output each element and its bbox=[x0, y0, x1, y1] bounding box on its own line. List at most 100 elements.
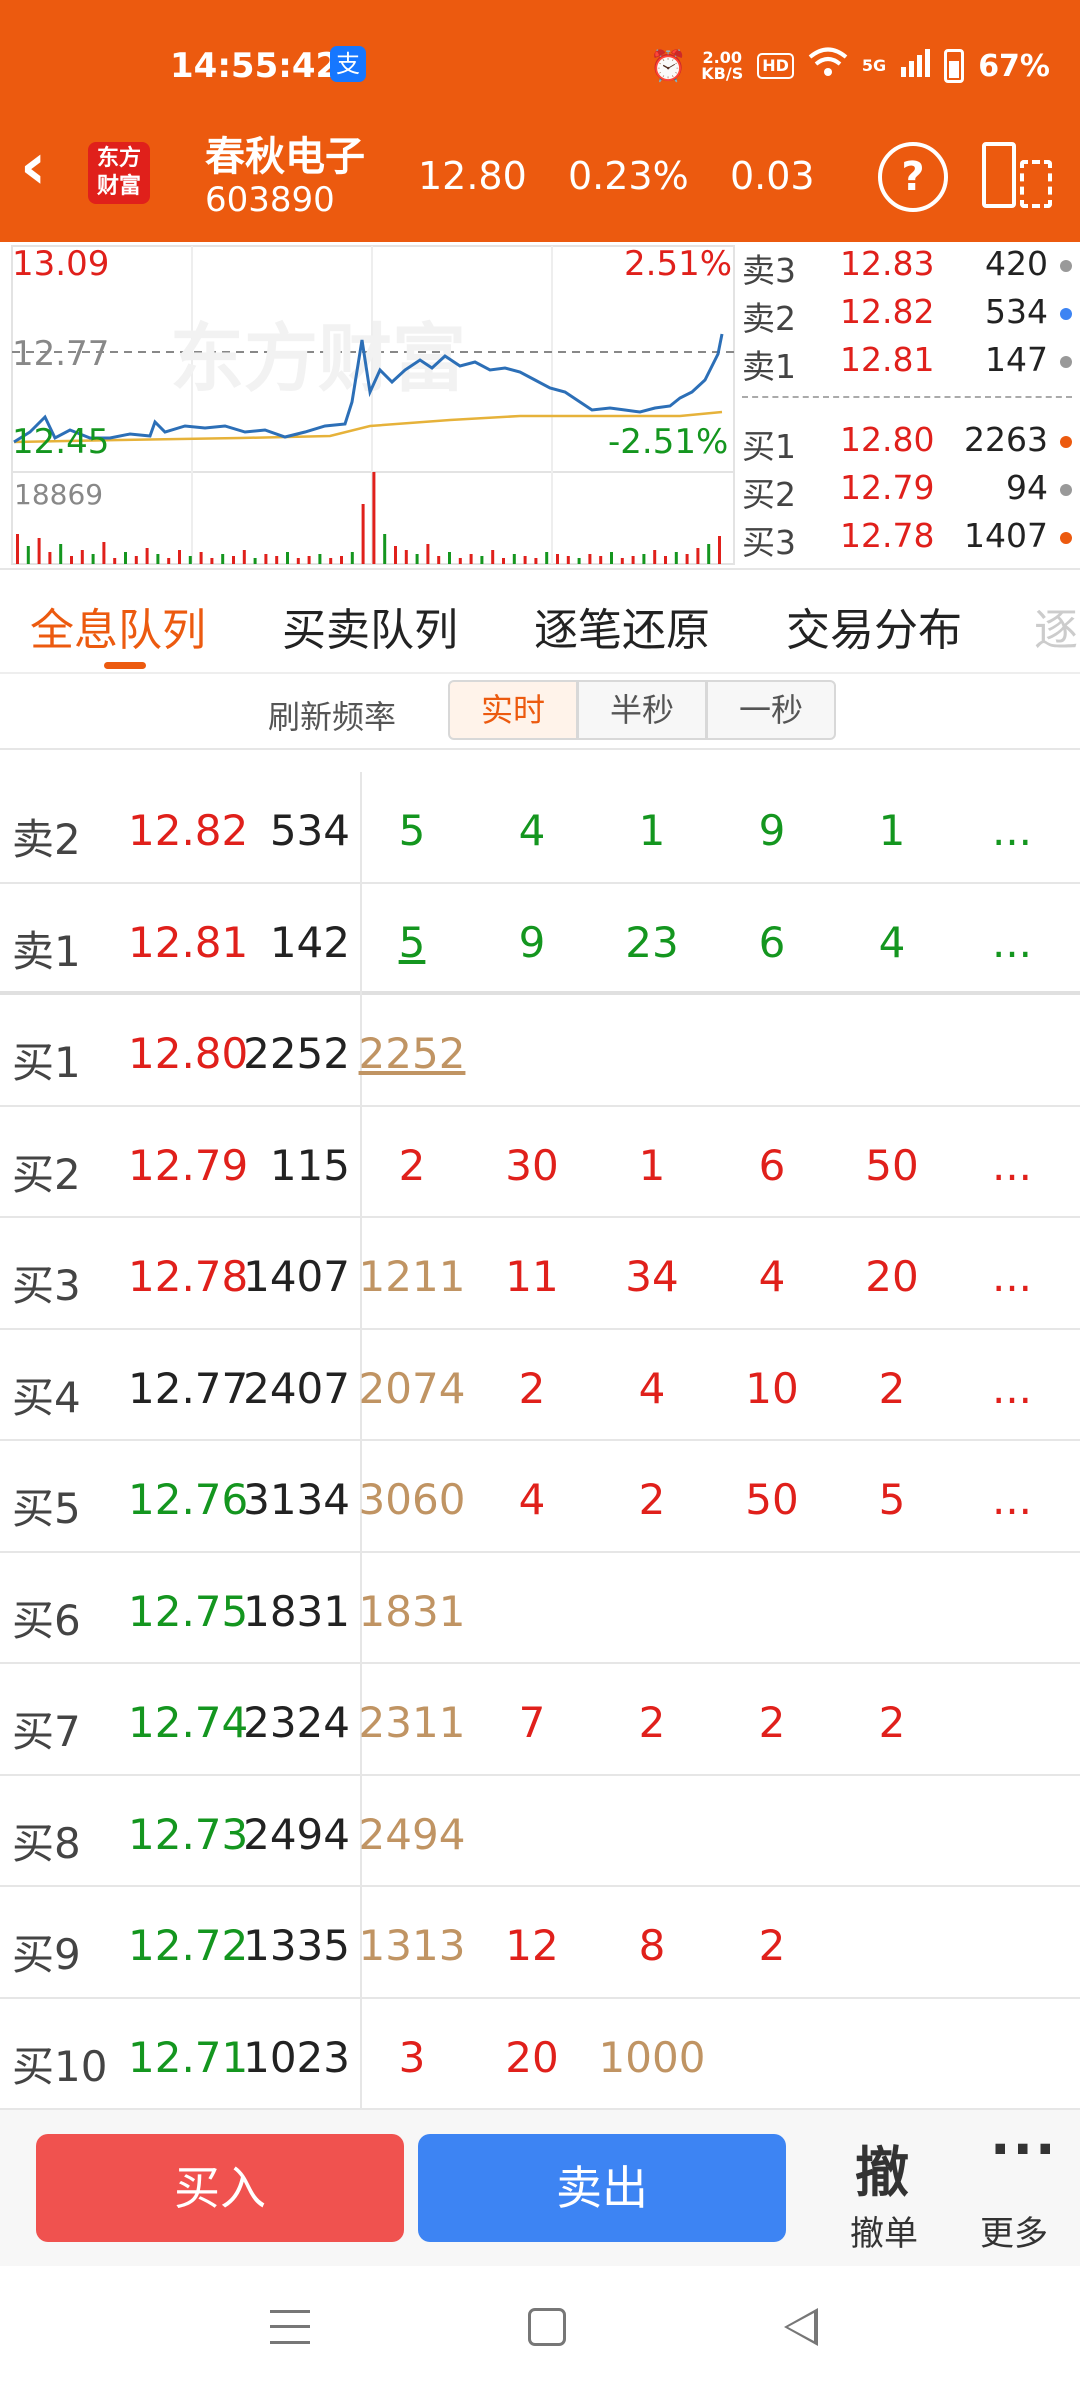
queue-more-indicator[interactable]: ... bbox=[952, 1475, 1072, 1524]
refresh-option-realtime[interactable]: 实时 bbox=[448, 680, 578, 740]
queue-total-volume: 2494 bbox=[243, 1809, 350, 1859]
refresh-option-one-second[interactable]: 一秒 bbox=[706, 680, 836, 740]
volume-bar bbox=[599, 556, 603, 564]
queue-order-volume: 6 bbox=[758, 917, 786, 967]
queue-order-volume: 2 bbox=[758, 1698, 786, 1747]
order-book-bid-2: 买2 12.79 94 bbox=[742, 468, 1072, 516]
queue-order-volume: 2311 bbox=[358, 1698, 466, 1747]
refresh-option-half-second[interactable]: 半秒 bbox=[577, 680, 707, 740]
volume-bar bbox=[167, 558, 171, 564]
volume-bar bbox=[437, 556, 441, 564]
volume-bar bbox=[307, 556, 311, 564]
sell-button[interactable]: 卖出 bbox=[418, 2134, 786, 2242]
split-pane-right bbox=[1020, 160, 1052, 208]
queue-price: 12.71 bbox=[128, 2032, 249, 2082]
queue-row[interactable]: 买5 12.76 3134 3060 4 2 50 5... bbox=[0, 1441, 1080, 1553]
queue-more-indicator[interactable]: ... bbox=[952, 1364, 1072, 1413]
back-chevron-icon[interactable]: ‹ bbox=[20, 135, 70, 200]
volume-bar bbox=[642, 554, 646, 564]
volume-bar bbox=[577, 558, 581, 564]
volume-bar bbox=[264, 554, 268, 564]
more-button[interactable]: 更多 bbox=[980, 2206, 1048, 2255]
queue-row[interactable]: 买4 12.77 2407 2074 2 4 10 2... bbox=[0, 1329, 1080, 1442]
queue-order-volume: 7 bbox=[518, 1698, 546, 1747]
queue-more-indicator[interactable]: ... bbox=[952, 1252, 1072, 1301]
volume-bar bbox=[253, 558, 257, 564]
queue-row[interactable]: 买3 12.78 1407 1211 11 34 4 20... bbox=[0, 1218, 1080, 1330]
tab-full-queue[interactable]: 全息队列 bbox=[30, 594, 206, 658]
queue-more-indicator[interactable]: ... bbox=[952, 918, 1072, 967]
volume-bar bbox=[480, 556, 484, 564]
volume-bar bbox=[556, 554, 559, 564]
refresh-rate-row: 刷新频率 实时 半秒 一秒 bbox=[0, 676, 1080, 744]
volume-bar bbox=[48, 552, 52, 564]
volume-bar bbox=[178, 550, 181, 564]
tab-buy-sell-queue[interactable]: 买卖队列 bbox=[282, 594, 458, 658]
back-triangle-icon[interactable] bbox=[784, 2308, 818, 2346]
status-time: 14:55:42 bbox=[170, 46, 340, 86]
system-nav-bar bbox=[0, 2266, 1080, 2400]
queue-row[interactable]: 买10 12.71 1023 3 20 1000 bbox=[0, 1998, 1080, 2111]
order-book-volume: 1407 bbox=[964, 516, 1048, 555]
queue-more-indicator[interactable]: ... bbox=[952, 806, 1072, 855]
queue-level-label: 卖2 bbox=[12, 815, 81, 864]
queue-order-volume: 5 bbox=[878, 1475, 906, 1524]
volume-bar bbox=[156, 554, 160, 564]
queue-level-label: 买5 bbox=[12, 1484, 81, 1533]
queue-order-volume: 2494 bbox=[358, 1809, 466, 1859]
queue-order-volume: 12 bbox=[505, 1921, 559, 1970]
queue-row[interactable]: 卖2 12.82 534 5 4 1 9 1... bbox=[0, 772, 1080, 884]
queue-total-volume: 1407 bbox=[243, 1252, 350, 1301]
queue-order-volume: 2 bbox=[638, 1475, 666, 1524]
tab-overflow[interactable]: 逐 bbox=[1034, 594, 1080, 658]
cancel-order-button[interactable]: 撤单 bbox=[850, 2206, 918, 2255]
queue-order-volume: 50 bbox=[865, 1140, 919, 1190]
queue-row[interactable]: 买9 12.72 1335 1313 12 8 2 bbox=[0, 1887, 1080, 1999]
queue-row[interactable]: 买8 12.73 2494 2494 bbox=[0, 1775, 1080, 1888]
volume-bar bbox=[674, 552, 678, 564]
tab-tick-restore[interactable]: 逐笔还原 bbox=[534, 594, 710, 658]
queue-level-label: 买10 bbox=[12, 2041, 108, 2091]
order-book-dot-icon bbox=[1060, 308, 1072, 320]
battery-icon bbox=[944, 49, 965, 83]
queue-order-volume: 2 bbox=[638, 1698, 666, 1747]
volume-bar bbox=[296, 558, 300, 564]
queue-more-indicator[interactable]: ... bbox=[952, 1141, 1072, 1190]
intraday-chart[interactable]: 东方财富 13.09 2.51% 12.77 12.45 -2.51% 1886… bbox=[0, 242, 1080, 570]
order-book-price: 12.79 bbox=[840, 468, 935, 507]
queue-order-volume: 3 bbox=[398, 2032, 426, 2082]
more-icon[interactable]: ··· bbox=[990, 2118, 1058, 2181]
order-book-dot-icon bbox=[1060, 436, 1072, 448]
queue-row[interactable]: 买2 12.79 115 2 30 1 6 50... bbox=[0, 1106, 1080, 1219]
volume-bar bbox=[16, 534, 19, 564]
status-indicators: ⏰ 2.00 KB/S HD 5G 67% bbox=[650, 46, 1050, 86]
queue-order-volume: 20 bbox=[865, 1252, 919, 1301]
volume-bar bbox=[361, 504, 365, 564]
volume-bar bbox=[523, 556, 527, 564]
eastmoney-logo: 东方 财富 bbox=[88, 142, 150, 204]
queue-row[interactable]: 买1 12.80 2252 2252 bbox=[0, 995, 1080, 1107]
network-type: 5G bbox=[861, 56, 887, 75]
queue-row[interactable]: 卖1 12.81 142 5 9 23 6 4... bbox=[0, 883, 1080, 996]
volume-bar bbox=[59, 544, 63, 564]
queue-order-volume: 5 bbox=[398, 917, 426, 967]
volume-bar bbox=[145, 548, 149, 564]
help-icon[interactable]: ? bbox=[878, 142, 948, 212]
volume-bar bbox=[664, 556, 667, 564]
volume-bar bbox=[318, 554, 322, 564]
volume-bar bbox=[221, 554, 225, 564]
split-screen-icon[interactable] bbox=[982, 142, 1054, 208]
stock-name[interactable]: 春秋电子 bbox=[205, 124, 365, 182]
buy-button[interactable]: 买入 bbox=[36, 2134, 404, 2242]
tab-trade-distribution[interactable]: 交易分布 bbox=[786, 594, 962, 658]
volume-bar bbox=[113, 558, 117, 564]
home-icon[interactable] bbox=[528, 2308, 566, 2346]
menu-icon[interactable] bbox=[270, 2310, 310, 2344]
queue-row[interactable]: 买6 12.75 1831 1831 bbox=[0, 1552, 1080, 1665]
volume-bar bbox=[426, 544, 430, 564]
net-speed: 2.00 KB/S bbox=[701, 50, 743, 82]
cancel-order-icon[interactable]: 撤 bbox=[855, 2128, 909, 2207]
order-book-divider bbox=[742, 396, 1072, 398]
queue-row[interactable]: 买7 12.74 2324 2311 7 2 2 2 bbox=[0, 1664, 1080, 1776]
order-book-price: 12.80 bbox=[840, 420, 935, 459]
